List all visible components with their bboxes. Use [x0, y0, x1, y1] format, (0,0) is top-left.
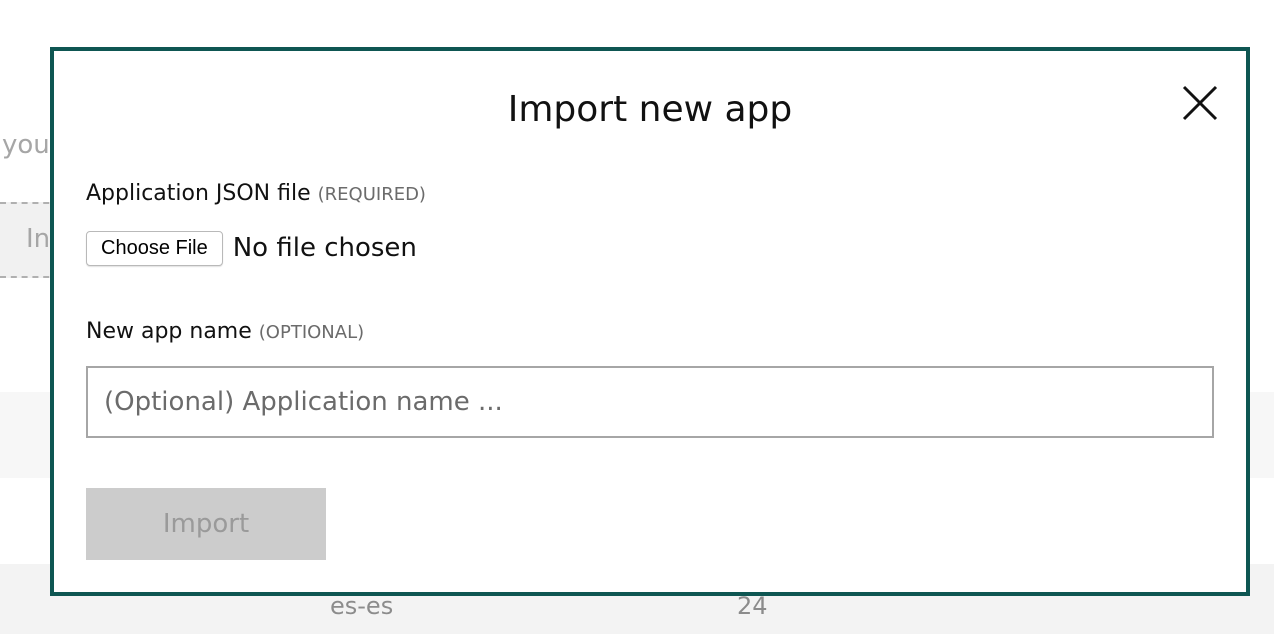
choose-file-button[interactable]: Choose File	[86, 230, 223, 266]
background-row-count: 24	[737, 592, 768, 620]
app-name-label-text: New app name	[86, 319, 252, 344]
import-app-dialog: Import new app Application JSON file (RE…	[50, 47, 1250, 596]
optional-hint: (OPTIONAL)	[258, 322, 365, 343]
app-name-input[interactable]	[86, 366, 1214, 438]
dialog-title: Import new app	[507, 89, 793, 130]
json-file-label: Application JSON file (REQUIRED)	[86, 181, 426, 206]
background-row-locale: es-es	[330, 592, 394, 620]
file-status-text: No file chosen	[232, 233, 417, 263]
background-text-fragment: you	[2, 130, 50, 160]
json-file-label-text: Application JSON file	[86, 181, 311, 206]
import-button[interactable]: Import	[86, 488, 326, 560]
required-hint: (REQUIRED)	[317, 184, 426, 205]
app-name-label: New app name (OPTIONAL)	[86, 319, 364, 344]
file-picker: Choose File No file chosen	[86, 229, 417, 267]
background-import-text: In	[26, 224, 51, 254]
close-icon	[1182, 85, 1218, 121]
close-button[interactable]	[1180, 83, 1220, 123]
